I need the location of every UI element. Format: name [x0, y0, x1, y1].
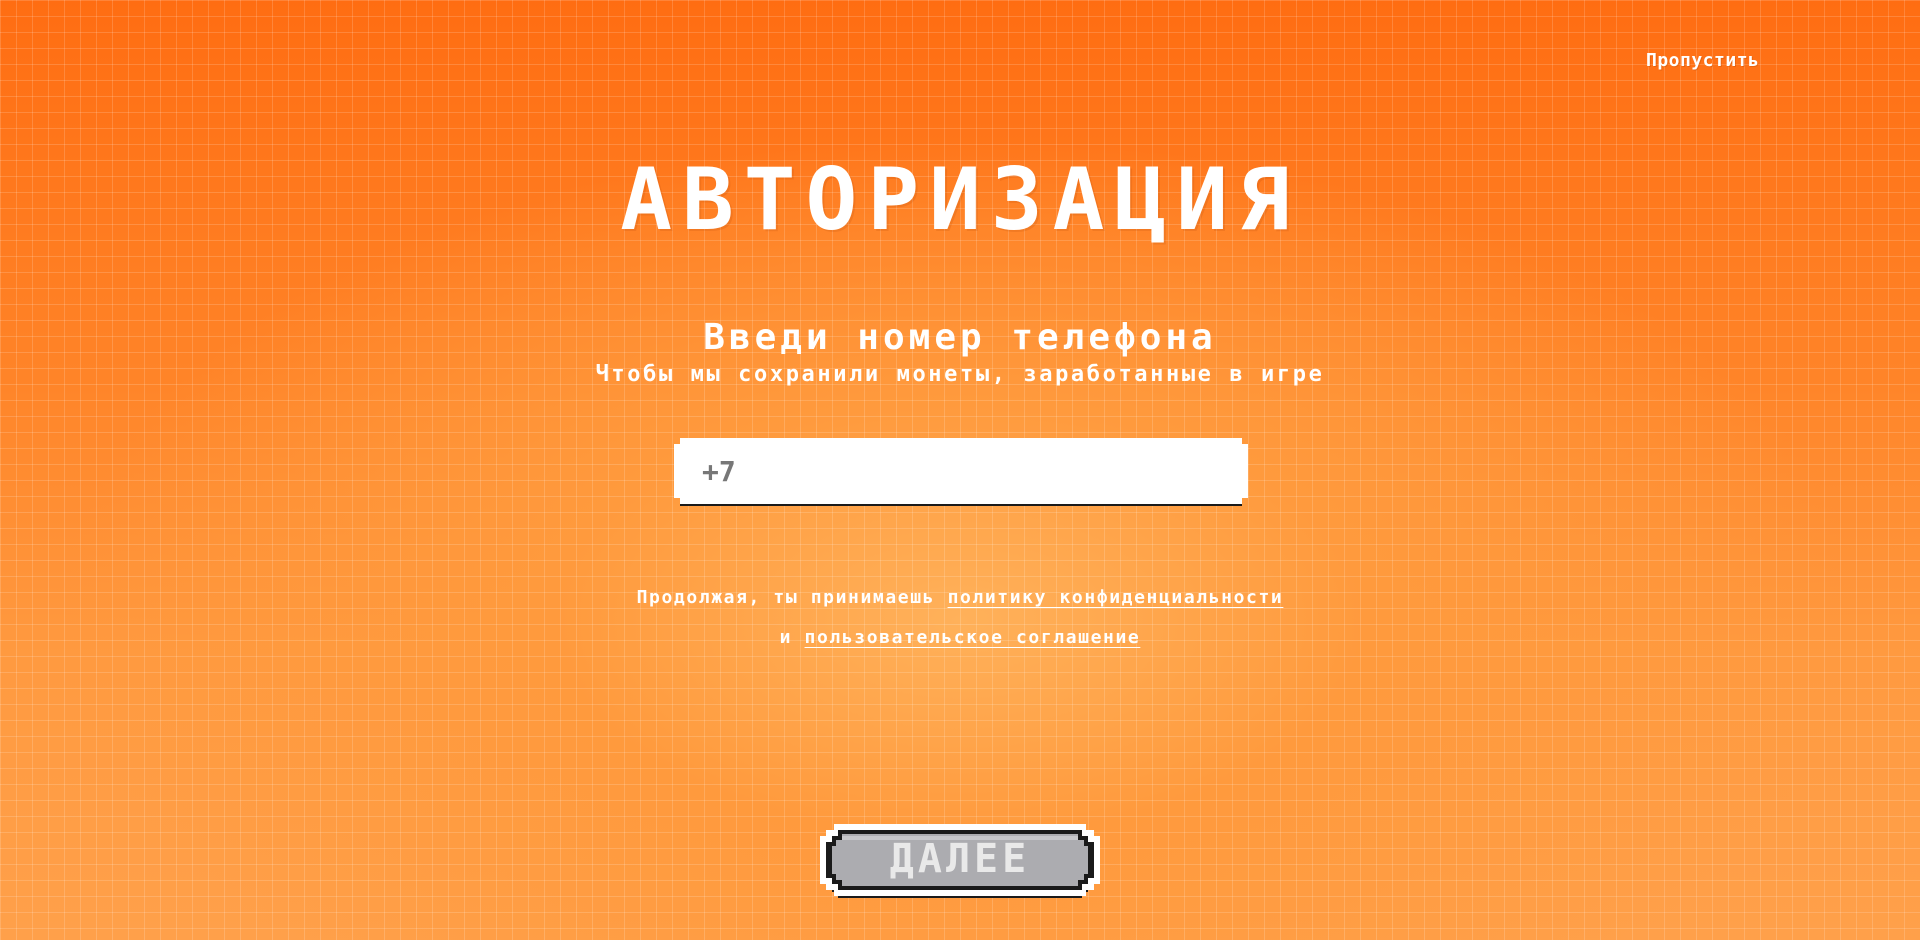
consent-conjunction: и — [779, 627, 793, 648]
next-button[interactable]: ДАЛЕЕ — [816, 824, 1104, 900]
page-title: АВТОРИЗАЦИЯ — [620, 150, 1300, 250]
consent-prefix: Продолжая, ты принимаешь — [636, 587, 936, 608]
next-button-label: ДАЛЕЕ — [889, 836, 1031, 882]
consent-line-1: Продолжая, ты принимаешь политику конфид… — [0, 578, 1920, 618]
phone-input[interactable] — [674, 438, 1248, 504]
phone-field — [674, 438, 1248, 504]
phone-prompt-heading: Введи номер телефона — [703, 317, 1217, 358]
consent-line-2: и пользовательское соглашение — [0, 618, 1920, 658]
consent-text: Продолжая, ты принимаешь политику конфид… — [0, 578, 1920, 658]
skip-link[interactable]: Пропустить — [1646, 50, 1759, 71]
privacy-policy-link[interactable]: политику конфиденциальности — [948, 587, 1284, 608]
phone-prompt-description: Чтобы мы сохранили монеты, заработанные … — [595, 362, 1325, 387]
user-agreement-link[interactable]: пользовательское соглашение — [805, 627, 1141, 648]
